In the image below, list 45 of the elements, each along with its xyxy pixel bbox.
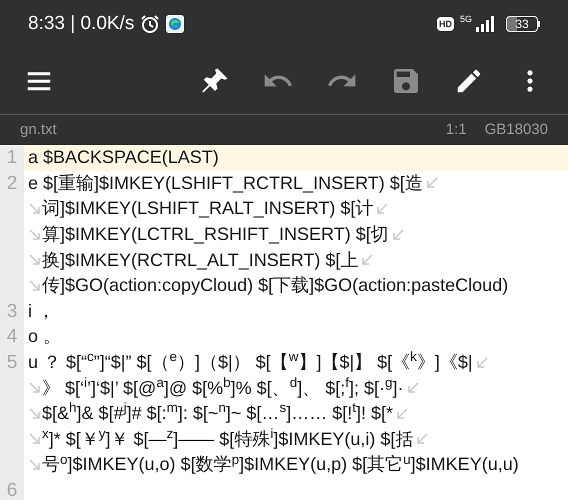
wrap-continue-icon	[28, 432, 42, 446]
line-number: 6	[6, 480, 18, 500]
wrap-marker-icon	[424, 176, 439, 190]
wrap-continue-icon	[28, 458, 42, 472]
app-icon	[166, 15, 184, 33]
line-number: 5	[6, 352, 18, 373]
file-encoding: GB18030	[484, 120, 548, 140]
cursor-position: 1:1	[446, 120, 467, 140]
line-number: 2	[6, 172, 18, 194]
code-line: $^{x}$]* $[￥$^{y}$]￥ $[—$^{z}$]—— $[特殊$^{i}$]$IMKEY(u,i) $[括	[42, 426, 414, 451]
hd-badge: HD	[436, 17, 454, 31]
wrap-continue-icon	[28, 202, 42, 216]
code-line: $[&$^{h}$]& $[#$^{j}$]# $[:$^{m}$]: $[~$^{n}$]~ $[…$^{s}$]…… $[!$^{t}$]! $[*	[42, 400, 393, 426]
signal-icon	[474, 16, 496, 32]
wrap-continue-icon	[28, 406, 42, 421]
wrap-marker-icon	[415, 432, 430, 446]
code-line: 词]$IMKEY(LSHIFT_RALT_INSERT) $[计	[42, 197, 374, 220]
network-label: 5G	[460, 14, 472, 24]
wrap-continue-icon	[28, 228, 42, 242]
code-line: 传]$GO(action:copyCloud) $[下载]$GO(action:pasteCloud)	[42, 274, 508, 298]
line-number: 3	[6, 300, 18, 322]
line-number: 1	[6, 147, 18, 168]
code-line: 算]$IMKEY(LCTRL_RSHIFT_INSERT) $[切	[42, 223, 389, 246]
code-line: e $[重输]$IMKEY(LSHIFT_RCTRL_INSERT) $[造	[28, 172, 423, 195]
wrap-marker-icon	[395, 406, 409, 421]
wrap-continue-icon	[28, 381, 42, 396]
code-line: u ？ $[“$^{c}$”]“$|” $[（$^{e}$）]（$|） $[【$^{w}$】]【$|】 $[《$^{k}$》]《$|	[28, 349, 473, 374]
code-line: 号$^{o}$]$IMKEY(u,o) $[数学$^{p}$]$IMKEY(u,p) $[其它$^{u}$]$IMKEY(u,u)	[42, 451, 519, 476]
code-line: i ，	[28, 300, 55, 323]
wrap-marker-icon	[390, 228, 405, 242]
line-number: 4	[6, 326, 18, 348]
wrap-marker-icon	[474, 356, 489, 370]
alarm-clock-icon	[140, 14, 160, 34]
status-time: 8:33 | 0.0K/s	[28, 12, 134, 36]
file-name: gn.txt	[20, 120, 57, 140]
code-line: 换]$IMKEY(RCTRL_ALT_INSERT) $[上	[42, 248, 358, 272]
wrap-marker-icon	[406, 381, 420, 396]
wrap-marker-icon	[375, 202, 390, 216]
wrap-marker-icon	[360, 253, 374, 268]
code-line: 》 $[‘$^{i}$’]‘$|’ $[@$^{a}$]@ $[%$^{b}$]% $[、$^{d}$]、 $[;$^{f}$]; $[·$^{g}$]·	[42, 374, 404, 400]
wrap-continue-icon	[28, 278, 42, 293]
wrap-continue-icon	[28, 253, 42, 268]
code-line: a $BACKSPACE(LAST)	[28, 146, 219, 170]
code-line: o 。	[28, 325, 62, 348]
battery-icon: 33	[506, 16, 540, 32]
